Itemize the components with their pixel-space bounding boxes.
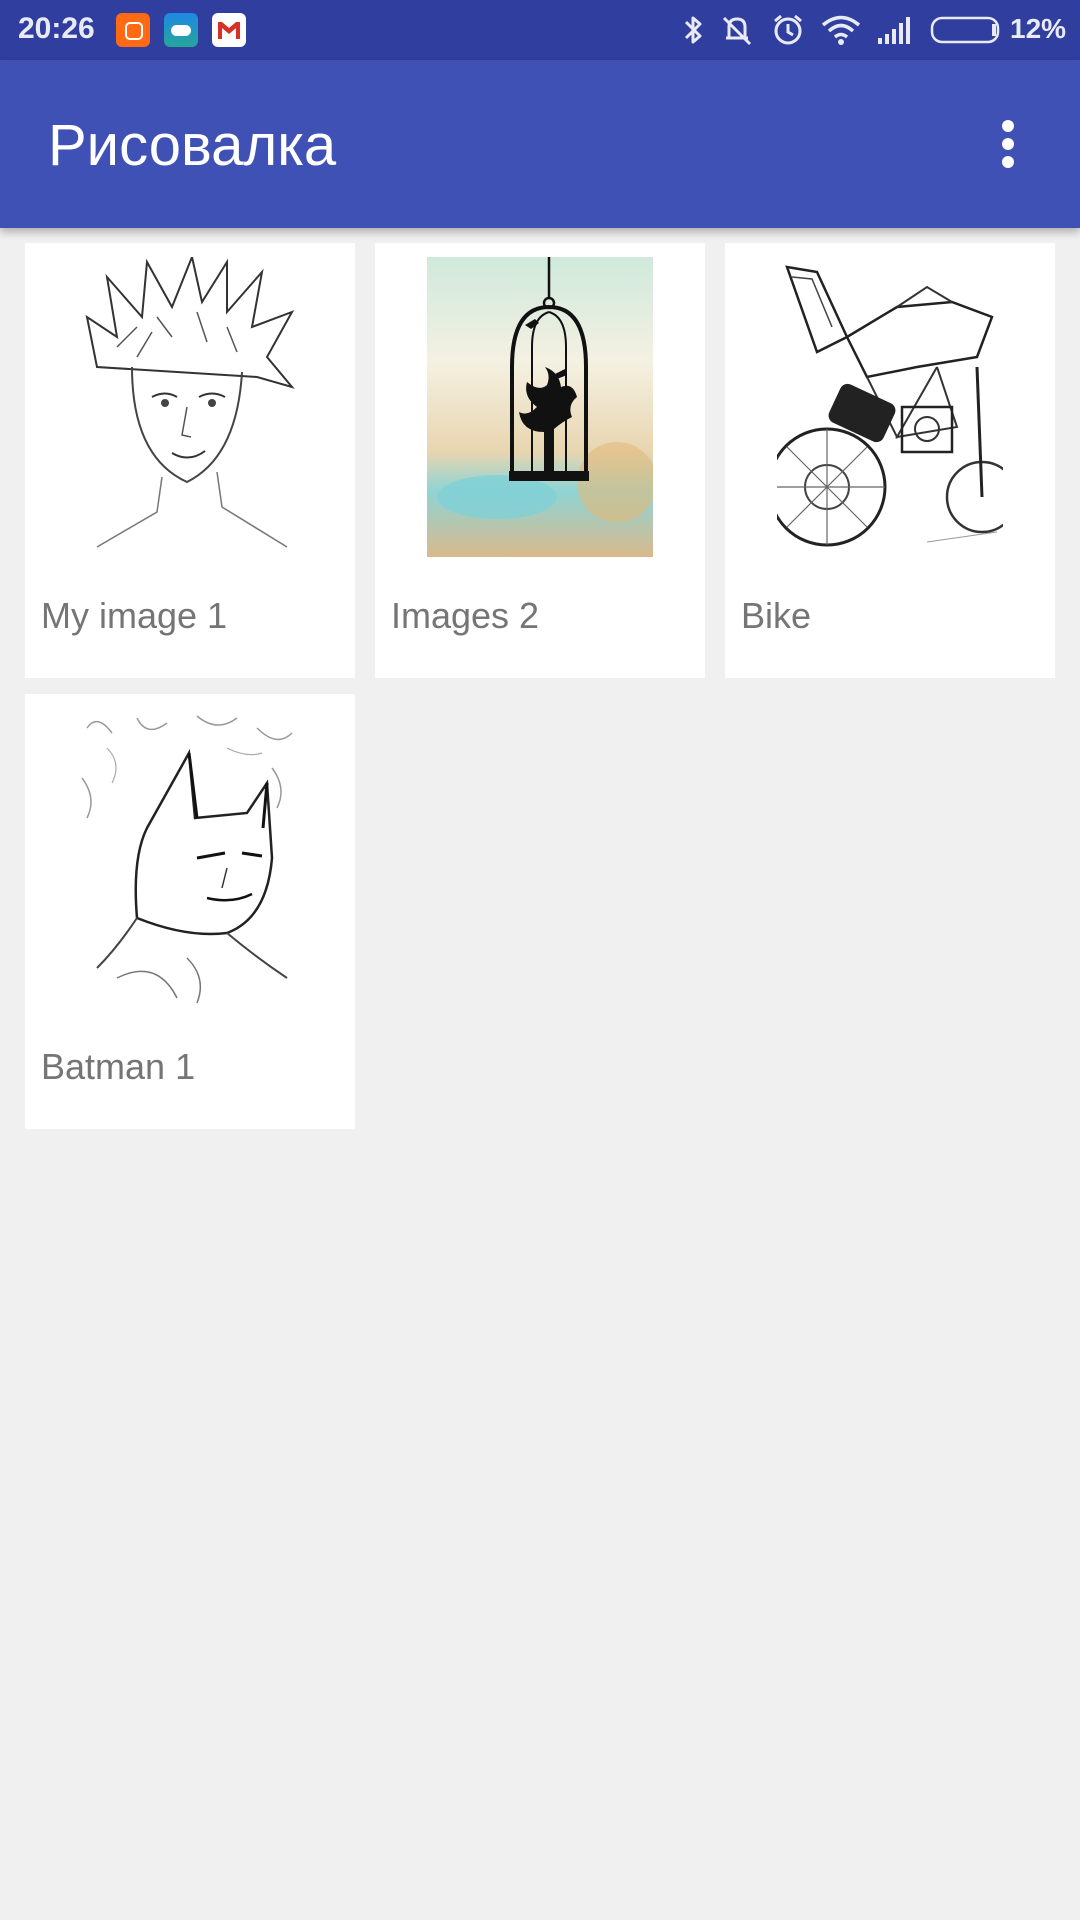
status-time: 20:26 (18, 12, 95, 45)
wifi-icon (821, 15, 861, 45)
battery-icon (930, 16, 1000, 44)
alarm-icon (774, 14, 802, 45)
vibrate-off-icon (722, 16, 752, 46)
card-label: Bike (741, 595, 812, 636)
battery-percent: 12% (1010, 13, 1067, 44)
app-title: Рисовалка (48, 113, 337, 178)
bluetooth-icon (684, 16, 702, 44)
portrait-sketch-image (77, 257, 303, 557)
weather-app-icon (164, 13, 198, 47)
birdcage-silhouette-image (427, 257, 653, 557)
mi-app-icon (116, 13, 150, 47)
gallery-card[interactable]: Bike (725, 243, 1055, 678)
card-label: Batman 1 (41, 1046, 196, 1087)
gallery-card[interactable]: Images 2 (375, 243, 705, 678)
batman-sketch-image (77, 708, 303, 1008)
card-label: Images 2 (391, 595, 540, 636)
status-bar: 20:26 12% (0, 0, 1080, 60)
motorcycle-sketch-image (777, 257, 1003, 557)
app-bar: Рисовалка (0, 60, 1080, 228)
gallery-card[interactable]: My image 1 (25, 243, 355, 678)
signal-icon (878, 17, 910, 44)
gallery-card[interactable]: Batman 1 (25, 694, 355, 1129)
gmail-icon (212, 13, 246, 47)
more-vert-icon[interactable] (984, 108, 1032, 180)
card-label: My image 1 (41, 595, 228, 636)
